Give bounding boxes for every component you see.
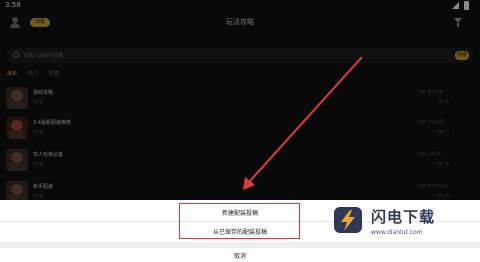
cancel-button[interactable]: 取消	[0, 251, 480, 260]
lightning-logo-icon	[334, 207, 362, 233]
watermark: 闪电下载 www.dianlut.com	[333, 200, 473, 246]
watermark-brand: 闪电下载	[371, 208, 436, 226]
annotation-highlight-box	[179, 203, 300, 239]
watermark-url: www.dianlut.com	[371, 229, 423, 236]
app-screen: 3:58 出装 玩法攻略 搜索 最新 热门 收藏 游戏攻略 0分享 作者 游戏大…	[0, 0, 480, 262]
dim-overlay[interactable]	[0, 0, 480, 200]
